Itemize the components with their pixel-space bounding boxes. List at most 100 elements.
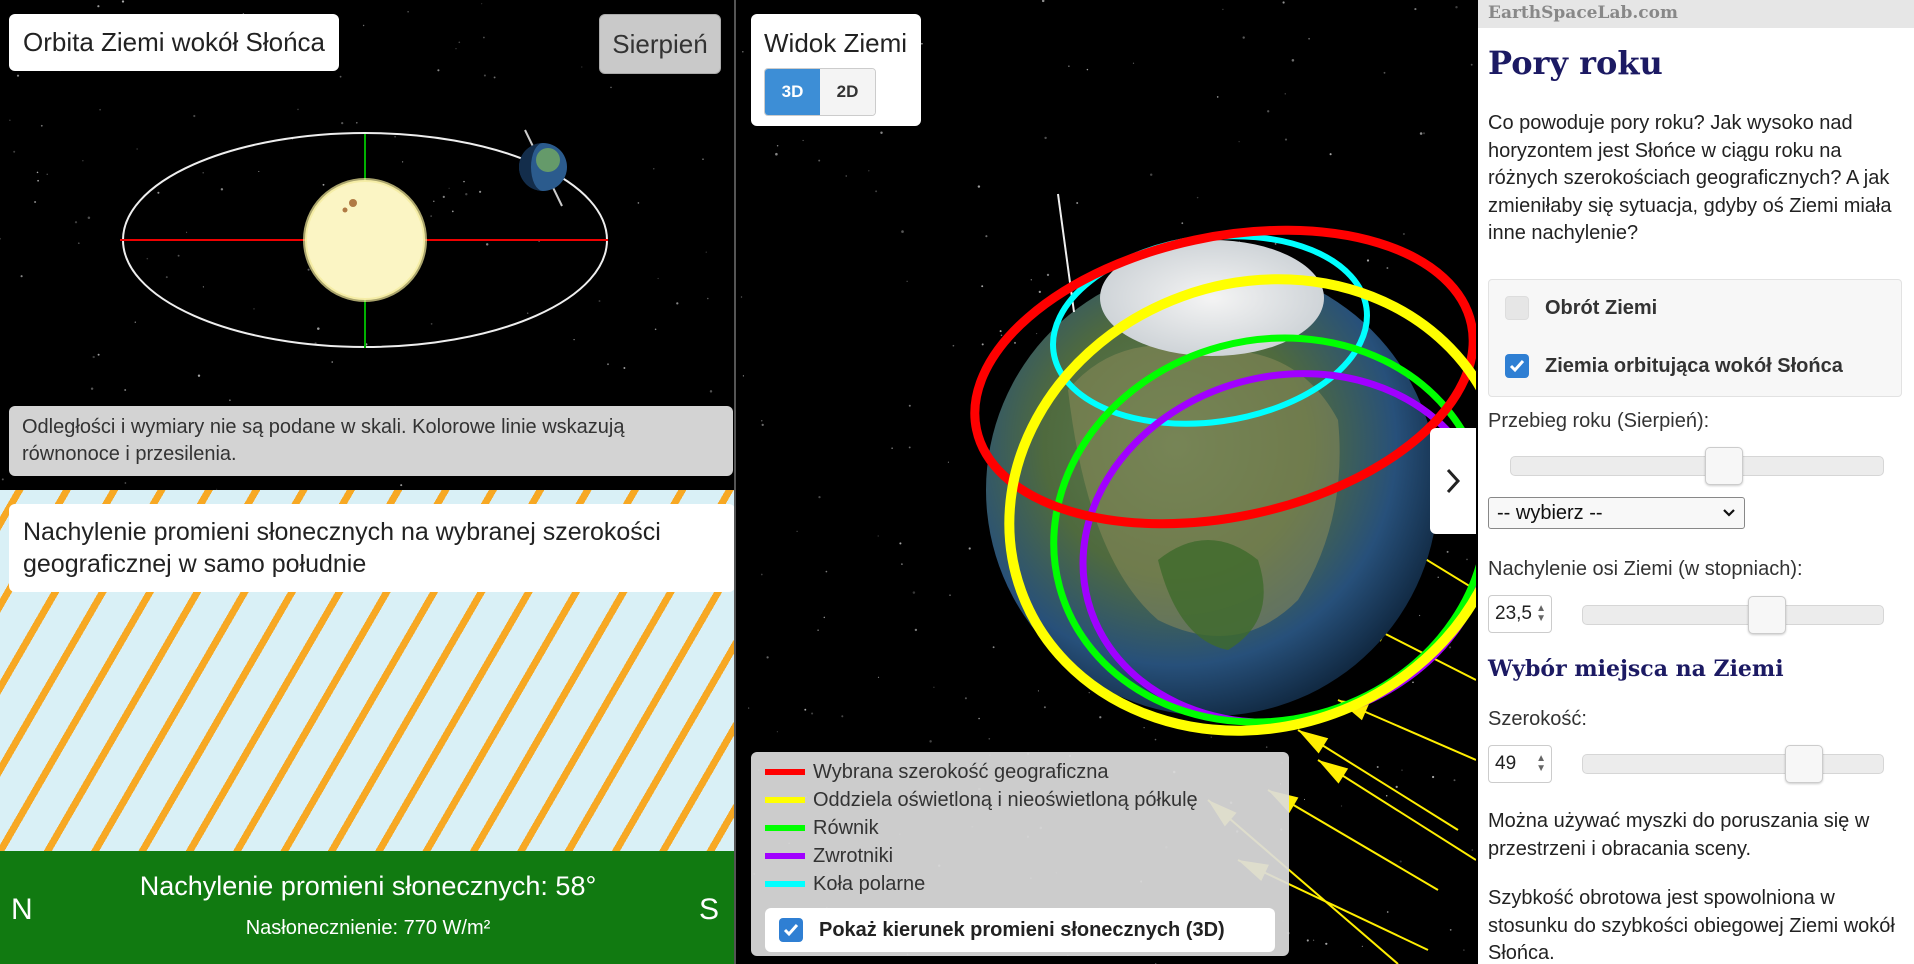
star <box>1419 132 1423 135</box>
star <box>97 353 100 356</box>
latitude-input[interactable]: 49 ▲ ▼ <box>1488 745 1552 783</box>
star <box>136 148 138 150</box>
year-slider-handle[interactable] <box>1704 447 1743 485</box>
star <box>1030 279 1032 281</box>
left-panel: Orbita Ziemi wokół Słońca Sierpień Odleg… <box>0 0 736 964</box>
inclination-angle: Nachylenie promieni słonecznych: 58° <box>139 871 597 901</box>
checkmark-icon <box>1509 360 1525 373</box>
star <box>776 731 778 733</box>
spinner-icon[interactable]: ▲ ▼ <box>1536 604 1546 624</box>
star <box>1437 576 1439 578</box>
sun-ray-arrowhead <box>1298 730 1329 754</box>
star <box>1306 939 1309 942</box>
month-button[interactable]: Sierpień <box>599 14 721 74</box>
star <box>307 268 310 271</box>
star <box>1401 769 1403 771</box>
star <box>1402 232 1405 236</box>
site-name[interactable]: EarthSpaceLab.com <box>1478 0 1914 28</box>
star <box>322 183 325 186</box>
star <box>775 152 778 156</box>
tilt-input[interactable]: 23,5 ▲ ▼ <box>1488 595 1552 633</box>
month-select-value: -- wybierz -- <box>1497 501 1603 524</box>
view-mode-toggle: 3D 2D <box>764 68 876 116</box>
latitude-slider-handle[interactable] <box>1785 745 1824 783</box>
spinner-icon[interactable]: ▲ ▼ <box>1536 754 1546 774</box>
star <box>220 188 224 191</box>
star <box>761 420 763 422</box>
tilt-slider-handle[interactable] <box>1748 596 1787 634</box>
star <box>1291 59 1295 62</box>
south-label: S <box>699 893 720 926</box>
star <box>16 74 20 77</box>
rotation-checkbox[interactable] <box>1505 296 1529 320</box>
star <box>1046 273 1050 277</box>
star <box>355 121 358 124</box>
view-3d-button[interactable]: 3D <box>765 69 820 115</box>
star <box>877 676 880 678</box>
orbit-label: Ziemia orbitująca wokół Słońca <box>1545 354 1843 377</box>
legend-item: Oddziela oświetloną i nieoświetloną półk… <box>765 786 1198 814</box>
star <box>899 542 902 545</box>
star <box>1412 681 1414 684</box>
star <box>952 344 955 347</box>
star <box>818 495 821 499</box>
legend-swatch-yellow <box>765 797 805 803</box>
star <box>339 75 342 78</box>
star <box>1143 727 1145 729</box>
star <box>709 390 713 393</box>
orbit-option[interactable]: Ziemia orbitująca wokół Słońca <box>1505 351 1843 381</box>
star <box>933 686 935 689</box>
view-2d-button[interactable]: 2D <box>820 69 875 115</box>
star <box>1471 849 1474 851</box>
star <box>362 24 365 27</box>
month-select[interactable]: -- wybierz -- <box>1488 497 1745 529</box>
star <box>1303 798 1306 800</box>
star <box>657 277 659 280</box>
latitude-slider[interactable] <box>1582 754 1884 774</box>
legend-label: Zwrotniki <box>813 844 894 867</box>
star <box>1014 341 1016 344</box>
star <box>610 86 612 89</box>
star <box>1037 690 1039 692</box>
star <box>964 697 967 700</box>
sidebar: EarthSpaceLab.com Pory roku Co powoduje … <box>1478 0 1914 964</box>
star <box>1149 173 1153 176</box>
star <box>1419 614 1421 617</box>
earth-view[interactable]: Widok Ziemi 3D 2D Wybrana szerokość geog… <box>738 0 1476 964</box>
star <box>1395 785 1398 789</box>
next-button[interactable] <box>1430 428 1476 534</box>
show-rays-label: Pokaż kierunek promieni słonecznych (3D) <box>819 918 1225 941</box>
star <box>1238 141 1240 143</box>
star <box>875 190 878 193</box>
legend-swatch-red <box>765 769 805 775</box>
rotation-option[interactable]: Obrót Ziemi <box>1505 293 1657 323</box>
star <box>1312 939 1315 941</box>
orbit-view[interactable]: Orbita Ziemi wokół Słońca Sierpień Odleg… <box>0 0 734 490</box>
star <box>1044 136 1047 140</box>
star <box>394 135 396 138</box>
show-rays-option[interactable]: Pokaż kierunek promieni słonecznych (3D) <box>765 908 1275 952</box>
star <box>36 171 39 174</box>
star <box>1455 6 1458 9</box>
year-slider[interactable] <box>1510 456 1884 476</box>
star <box>493 76 496 79</box>
star <box>1386 911 1389 913</box>
star <box>77 242 80 245</box>
legend-swatch-cyan <box>765 881 805 887</box>
star <box>34 200 37 204</box>
mouse-hint: Można używać myszki do poruszania się w … <box>1488 810 1870 860</box>
tilt-slider[interactable] <box>1582 605 1884 625</box>
tilt-label: Nachylenie osi Ziemi (w stopniach): <box>1488 558 1803 580</box>
star <box>981 343 984 346</box>
star <box>1386 267 1389 269</box>
star <box>845 175 847 177</box>
show-rays-checkbox[interactable] <box>779 918 803 942</box>
star <box>458 41 461 44</box>
star <box>400 484 403 487</box>
options-box: Obrót Ziemi Ziemia orbitująca wokół Słoń… <box>1488 279 1902 397</box>
star <box>804 708 807 711</box>
star <box>1274 243 1277 245</box>
star <box>607 363 609 366</box>
orbit-checkbox[interactable] <box>1505 354 1529 378</box>
star <box>451 210 454 213</box>
